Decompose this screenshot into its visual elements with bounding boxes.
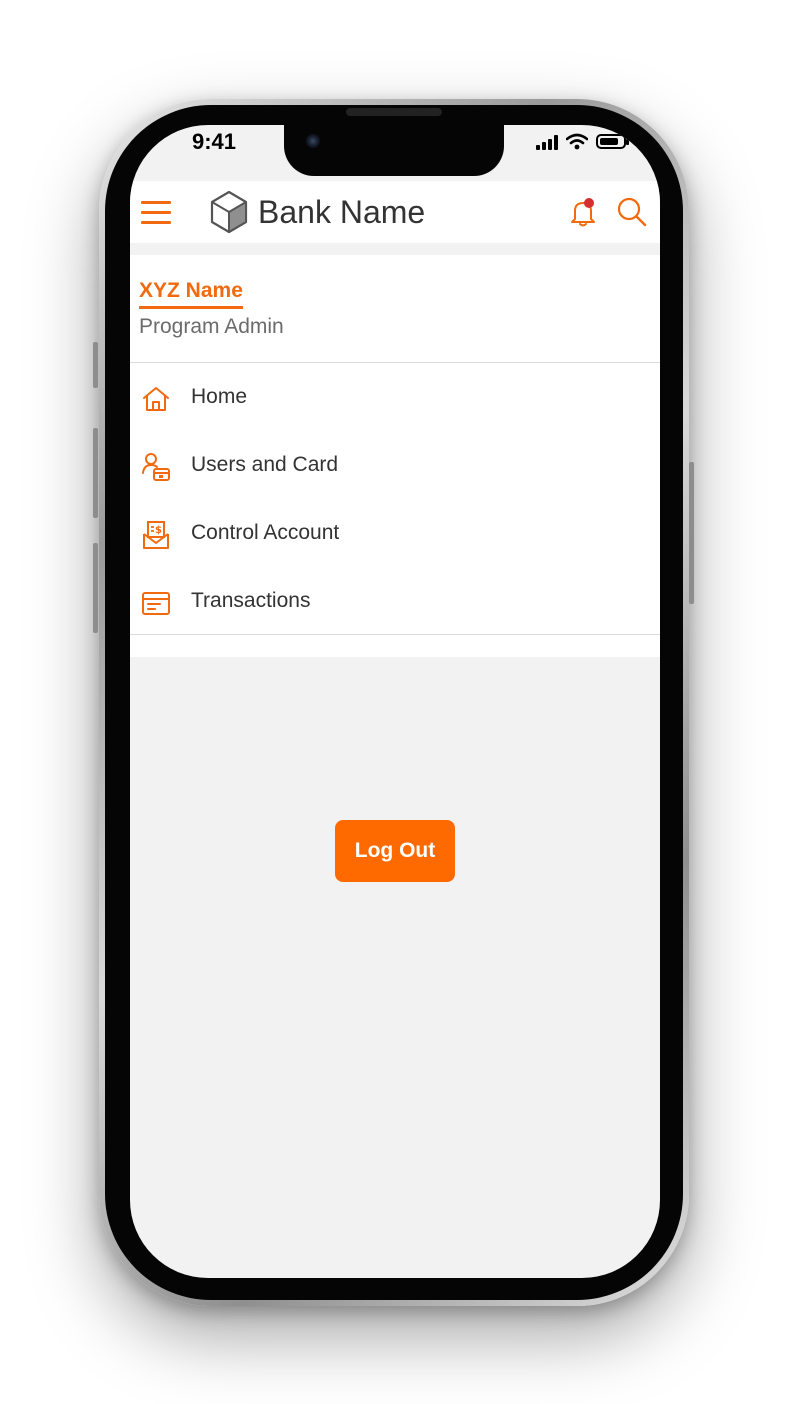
menu-item-control-account[interactable]: $ Control Account: [130, 507, 660, 563]
status-icons: [536, 133, 629, 150]
menu-item-home[interactable]: Home: [130, 371, 660, 427]
transactions-icon: [142, 592, 170, 615]
wifi-icon: [566, 133, 588, 150]
power-button: [689, 462, 694, 604]
user-role: Program Admin: [139, 315, 284, 338]
speaker-grille: [346, 108, 442, 116]
volume-up-button: [93, 428, 98, 518]
screen: 9:41 Bank Name XYZ Name Program Admin Ho…: [130, 125, 660, 1278]
menu-item-label: Control Account: [191, 521, 340, 544]
user-name-link[interactable]: XYZ Name: [139, 279, 243, 309]
app-header: Bank Name: [130, 181, 660, 243]
side-menu: XYZ Name Program Admin Home Users and Ca…: [130, 255, 660, 657]
menu-item-transactions[interactable]: Transactions: [130, 575, 660, 631]
header-divider: [130, 243, 660, 255]
menu-divider: [130, 634, 660, 635]
signal-icon: [536, 134, 558, 150]
menu-divider: [130, 362, 660, 363]
menu-item-users-and-card[interactable]: Users and Card: [130, 439, 660, 495]
hamburger-menu-icon[interactable]: [141, 201, 171, 225]
menu-item-label: Home: [191, 385, 248, 408]
menu-item-label: Users and Card: [191, 453, 339, 476]
search-icon[interactable]: [617, 197, 647, 227]
svg-text:$: $: [155, 525, 162, 536]
mute-switch: [93, 342, 98, 388]
home-icon: [143, 387, 169, 411]
battery-icon: [596, 134, 629, 149]
notch: [284, 108, 504, 176]
logout-button[interactable]: Log Out: [335, 820, 455, 882]
user-card-icon: [142, 453, 170, 481]
notification-bell-icon[interactable]: [570, 197, 596, 227]
menu-item-label: Transactions: [191, 589, 311, 612]
notification-dot: [584, 198, 594, 208]
volume-down-button: [93, 543, 98, 633]
brand: Bank Name: [208, 189, 425, 235]
invoice-envelope-icon: $: [143, 521, 169, 549]
cube-logo-icon: [210, 190, 248, 234]
front-camera: [306, 134, 320, 148]
bank-name-title: Bank Name: [258, 193, 426, 230]
status-time: 9:41: [192, 129, 237, 154]
